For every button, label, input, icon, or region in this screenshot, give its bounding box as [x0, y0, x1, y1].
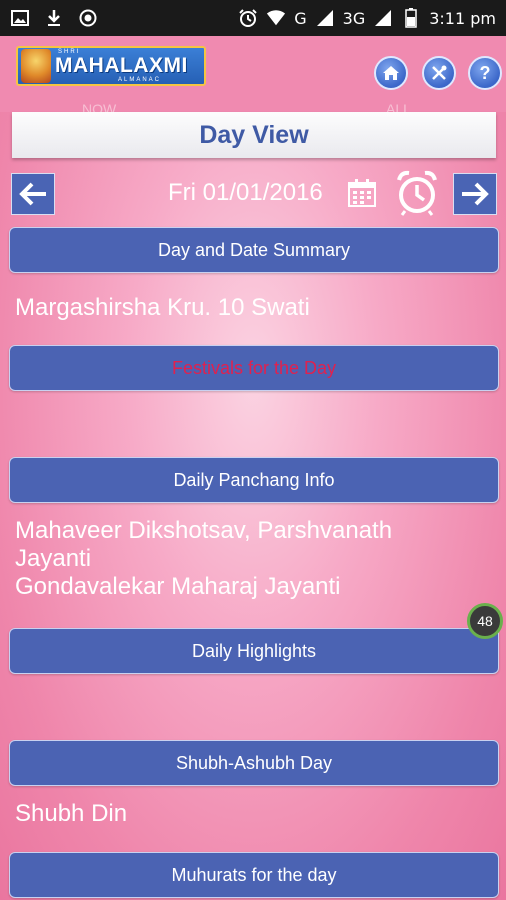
- summary-text: Margashirsha Kru. 10 Swati: [15, 294, 310, 321]
- page-title: Day View: [12, 112, 496, 158]
- sync-icon: [78, 8, 98, 28]
- clock-time: 3:11 pm: [429, 8, 496, 28]
- network-label: 3G: [342, 8, 366, 28]
- arrow-left-icon: [19, 182, 46, 206]
- arrow-right-icon: [462, 182, 489, 206]
- help-icon: ?: [479, 62, 491, 83]
- panchang-line: Mahaveer Dikshotsav, Parshvanath: [15, 517, 393, 544]
- shubh-ashubh-button[interactable]: Shubh-Ashubh Day: [9, 740, 499, 786]
- prev-day-button[interactable]: [11, 173, 55, 215]
- home-icon: [383, 66, 399, 80]
- floating-badge[interactable]: 48: [467, 603, 503, 639]
- day-date-summary-button[interactable]: Day and Date Summary: [9, 227, 499, 273]
- alarm-clock-icon[interactable]: [395, 170, 439, 216]
- signal-icon: [373, 8, 393, 28]
- signal-label: G: [294, 8, 307, 28]
- deity-image: [21, 49, 51, 83]
- app-header: SHRI MAHALAXMI ALMANAC ?: [0, 36, 506, 112]
- logo-name: MAHALAXMI: [55, 54, 188, 77]
- wifi-icon: [266, 8, 286, 28]
- daily-highlights-button[interactable]: Daily Highlights: [9, 628, 499, 674]
- alarm-icon: [238, 8, 258, 28]
- panchang-text: Mahaveer Dikshotsav, Parshvanath Jayanti…: [15, 517, 392, 601]
- next-day-button[interactable]: [453, 173, 497, 215]
- panchang-line: Jayanti: [15, 545, 92, 572]
- help-button[interactable]: ?: [468, 56, 502, 90]
- logo-sub-text: ALMANAC: [118, 77, 162, 83]
- tools-icon: [432, 65, 447, 80]
- calendar-icon[interactable]: [347, 178, 377, 208]
- gallery-icon: [10, 8, 30, 28]
- signal-icon: [315, 8, 335, 28]
- download-icon: [44, 8, 64, 28]
- home-button[interactable]: [374, 56, 408, 90]
- shubh-text: Shubh Din: [15, 800, 128, 827]
- daily-panchang-button[interactable]: Daily Panchang Info: [9, 457, 499, 503]
- battery-icon: [401, 8, 421, 28]
- current-date[interactable]: Fri 01/01/2016: [168, 179, 323, 207]
- logo-top-text: SHRI: [58, 49, 81, 55]
- muhurats-button[interactable]: Muhurats for the day: [9, 852, 499, 898]
- status-bar: G 3G 3:11 pm: [0, 0, 506, 36]
- app-logo: SHRI MAHALAXMI ALMANAC: [16, 46, 206, 86]
- festivals-button[interactable]: Festivals for the Day: [9, 345, 499, 391]
- tools-button[interactable]: [422, 56, 456, 90]
- panchang-line: Gondavalekar Maharaj Jayanti: [15, 573, 341, 600]
